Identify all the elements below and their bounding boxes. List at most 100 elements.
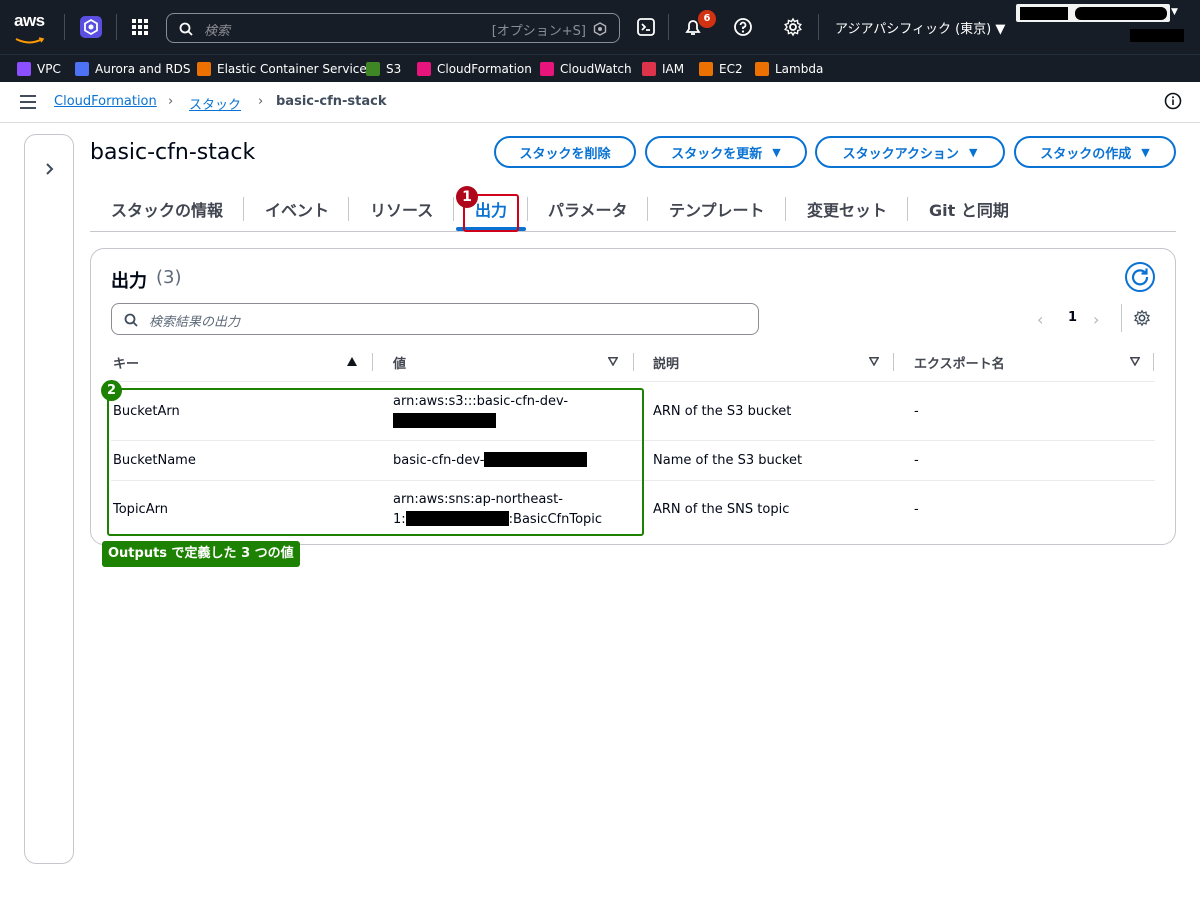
ec2-service-icon [699, 62, 713, 76]
divider [785, 197, 786, 221]
rds-service-icon [75, 62, 89, 76]
tab-parameters[interactable]: パラメータ [548, 197, 628, 221]
previous-page-icon[interactable]: ‹ [1037, 310, 1051, 329]
favorite-aurora[interactable]: Aurora and RDS [75, 61, 191, 77]
vpc-service-icon [17, 62, 31, 76]
global-search-input[interactable]: 検索 [オプション+S] [166, 13, 620, 43]
menu-hamburger-icon[interactable] [20, 94, 36, 109]
column-resizer[interactable] [893, 353, 894, 371]
divider [348, 197, 349, 221]
outputs-search-input[interactable]: 検索結果の出力 [111, 303, 759, 335]
favorite-label: Lambda [775, 62, 824, 76]
favorite-cloudformation[interactable]: CloudFormation [417, 61, 532, 77]
favorite-label: CloudWatch [560, 62, 632, 76]
sort-icon [1130, 357, 1140, 366]
column-header-value[interactable]: 値 [393, 353, 406, 372]
tab-template[interactable]: テンプレート [669, 197, 765, 221]
caret-down-icon: ▼ [772, 145, 781, 159]
button-label: スタックを削除 [519, 146, 611, 162]
breadcrumb-stacks[interactable]: スタック [189, 94, 241, 113]
table-preferences-gear-icon[interactable] [1133, 309, 1151, 327]
divider [1121, 304, 1122, 332]
divider [647, 197, 648, 221]
button-label: スタックの作成 [1040, 146, 1132, 162]
button-label: スタックを更新 [671, 146, 763, 162]
favorite-cloudwatch[interactable]: CloudWatch [540, 61, 632, 77]
divider [243, 197, 244, 221]
help-icon[interactable] [733, 17, 753, 37]
column-header-key[interactable]: キー [113, 353, 139, 372]
search-shortcut: [オプション+S] [491, 24, 586, 39]
breadcrumb-bar: CloudFormation › スタック › basic-cfn-stack [0, 82, 1200, 123]
output-export-name: - [914, 404, 919, 419]
redacted-account-name [1020, 7, 1068, 20]
favorite-label: VPC [37, 62, 61, 76]
outputs-count: (3) [156, 267, 182, 288]
column-resizer[interactable] [372, 353, 373, 371]
redacted-account-id [1075, 7, 1167, 20]
delete-stack-button[interactable]: スタックを削除 [494, 136, 636, 168]
refresh-icon [1131, 268, 1149, 286]
info-icon[interactable] [1164, 92, 1182, 110]
stack-actions-button[interactable]: スタックアクション ▼ [815, 136, 1005, 168]
search-placeholder: 検索 [204, 24, 231, 39]
tab-git-sync[interactable]: Git と同期 [929, 197, 1009, 221]
settings-gear-icon[interactable] [783, 17, 803, 37]
favorite-iam[interactable]: IAM [642, 61, 684, 77]
breadcrumb-current: basic-cfn-stack [276, 94, 387, 109]
tab-events[interactable]: イベント [265, 197, 329, 221]
column-resizer[interactable] [1153, 353, 1154, 371]
favorite-label: Aurora and RDS [95, 62, 191, 76]
chevron-right-icon: › [168, 94, 174, 109]
tab-change-sets[interactable]: 変更セット [807, 197, 887, 221]
breadcrumb-cloudformation[interactable]: CloudFormation [54, 94, 157, 109]
column-header-description[interactable]: 説明 [653, 353, 679, 372]
region-selector[interactable]: アジアパシフィック (東京) ▼ [835, 18, 1005, 37]
cloudshell-app-icon[interactable] [79, 15, 103, 39]
s3-service-icon [366, 62, 380, 76]
output-export-name: - [914, 453, 919, 468]
search-icon [179, 21, 193, 36]
cloudshell-icon[interactable] [636, 17, 656, 37]
favorite-s3[interactable]: S3 [366, 61, 401, 77]
search-placeholder: 検索結果の出力 [149, 315, 241, 330]
favorite-label: IAM [662, 62, 685, 76]
favorite-vpc[interactable]: VPC [17, 61, 61, 77]
annotation-label: Outputs で定義した 3 つの値 [102, 541, 300, 567]
side-navigation-panel [24, 134, 74, 864]
expand-chevron-icon[interactable] [41, 161, 57, 177]
divider [116, 14, 117, 40]
header-divider [111, 381, 1155, 382]
create-stack-button[interactable]: スタックの作成 ▼ [1014, 136, 1176, 168]
cloudwatch-service-icon [540, 62, 554, 76]
services-grid-icon[interactable] [132, 19, 148, 35]
lambda-service-icon [755, 62, 769, 76]
iam-service-icon [642, 62, 656, 76]
column-resizer[interactable] [633, 353, 634, 371]
sort-icon [608, 357, 618, 366]
page-number[interactable]: 1 [1068, 310, 1077, 325]
button-label: スタックアクション [842, 146, 959, 162]
favorite-ecs[interactable]: Elastic Container Service [197, 61, 367, 77]
output-description: Name of the S3 bucket [653, 453, 803, 468]
aws-logo[interactable]: aws [14, 12, 50, 44]
ecs-service-icon [197, 62, 211, 76]
update-stack-button[interactable]: スタックを更新 ▼ [645, 136, 807, 168]
next-page-icon[interactable]: › [1093, 310, 1107, 329]
caret-down-icon: ▼ [1141, 145, 1150, 159]
tab-resources[interactable]: リソース [370, 197, 433, 221]
search-icon [124, 312, 138, 327]
tab-stack-info[interactable]: スタックの情報 [111, 197, 223, 221]
favorite-label: EC2 [719, 62, 743, 76]
notification-badge: 6 [698, 10, 716, 28]
favorite-ec2[interactable]: EC2 [699, 61, 743, 77]
favorite-lambda[interactable]: Lambda [755, 61, 823, 77]
divider [907, 197, 908, 221]
annotation-marker-2: 2 [101, 380, 122, 401]
divider [818, 14, 819, 40]
refresh-button[interactable] [1125, 262, 1155, 292]
divider [527, 197, 528, 221]
output-export-name: - [914, 502, 919, 517]
column-header-export-name[interactable]: エクスポート名 [914, 353, 1005, 372]
caret-down-icon: ▼ [1171, 7, 1178, 17]
